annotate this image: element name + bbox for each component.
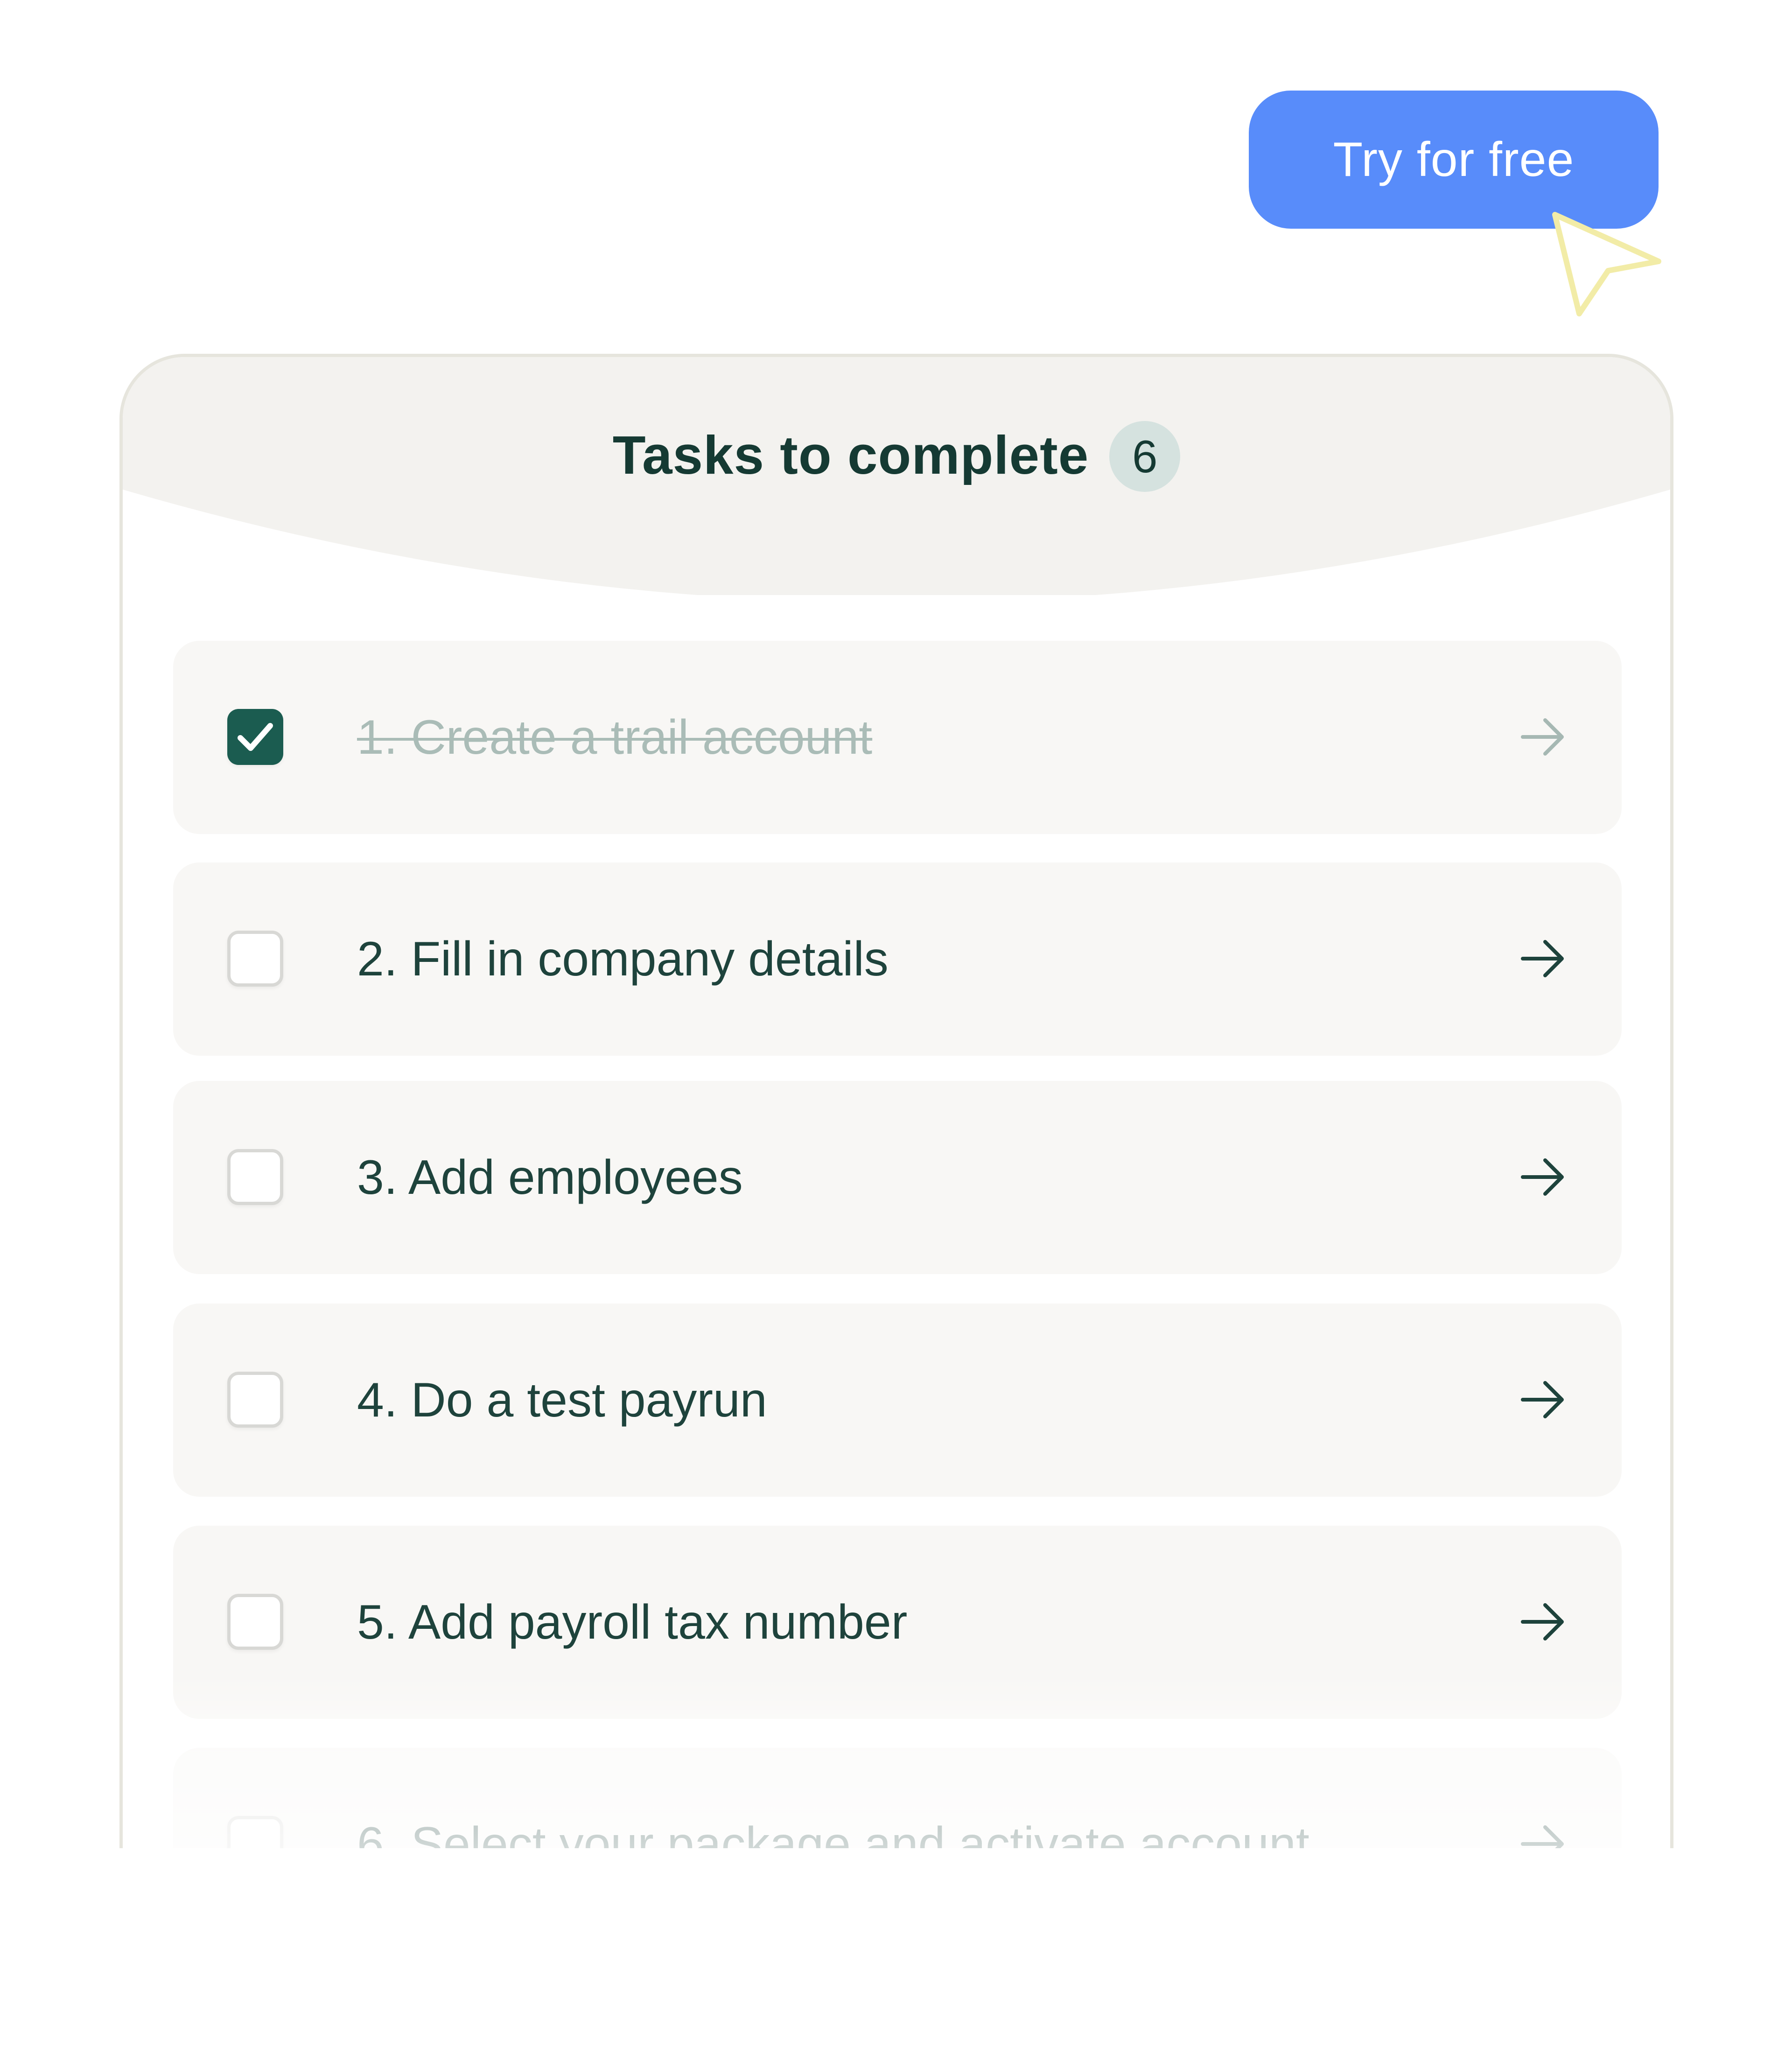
- task-checkbox[interactable]: [227, 709, 283, 765]
- try-for-free-label: Try for free: [1333, 132, 1575, 187]
- arrow-right-icon[interactable]: [1521, 716, 1566, 757]
- task-count-badge: 6: [1109, 421, 1181, 492]
- task-label: 1. Create a trail account: [357, 710, 873, 764]
- task-item[interactable]: 2. Fill in company details: [173, 862, 1622, 1056]
- arrow-right-icon[interactable]: [1521, 1379, 1566, 1420]
- task-item[interactable]: 4. Do a test payrun: [173, 1304, 1622, 1497]
- card-header: Tasks to complete 6: [123, 418, 1670, 492]
- task-checkbox[interactable]: [227, 1372, 283, 1428]
- task-checkbox[interactable]: [227, 1149, 283, 1205]
- task-checkbox[interactable]: [227, 931, 283, 987]
- arrow-right-icon[interactable]: [1521, 938, 1566, 979]
- task-label: 5. Add payroll tax number: [357, 1595, 908, 1649]
- card-title: Tasks to complete: [612, 425, 1089, 485]
- task-checkbox[interactable]: [227, 1594, 283, 1650]
- arrow-right-icon[interactable]: [1521, 1157, 1566, 1198]
- task-label: 3. Add employees: [357, 1150, 743, 1205]
- task-item[interactable]: 3. Add employees: [173, 1081, 1622, 1274]
- checkmark-icon: [238, 723, 273, 751]
- arrow-right-icon[interactable]: [1521, 1601, 1566, 1642]
- page-bottom-fade: [0, 1848, 1792, 2068]
- pointer-cursor-icon: [1552, 212, 1661, 316]
- task-item[interactable]: 1. Create a trail account: [173, 641, 1622, 834]
- task-item[interactable]: 5. Add payroll tax number: [173, 1526, 1622, 1719]
- task-label: 4. Do a test payrun: [357, 1373, 767, 1427]
- task-label: 2. Fill in company details: [357, 932, 889, 986]
- tasks-card: Tasks to complete 6 1. Create a trail ac…: [119, 354, 1673, 2068]
- task-checklist-page: Try for free Tasks to complete 6 1. Crea…: [0, 0, 1792, 2068]
